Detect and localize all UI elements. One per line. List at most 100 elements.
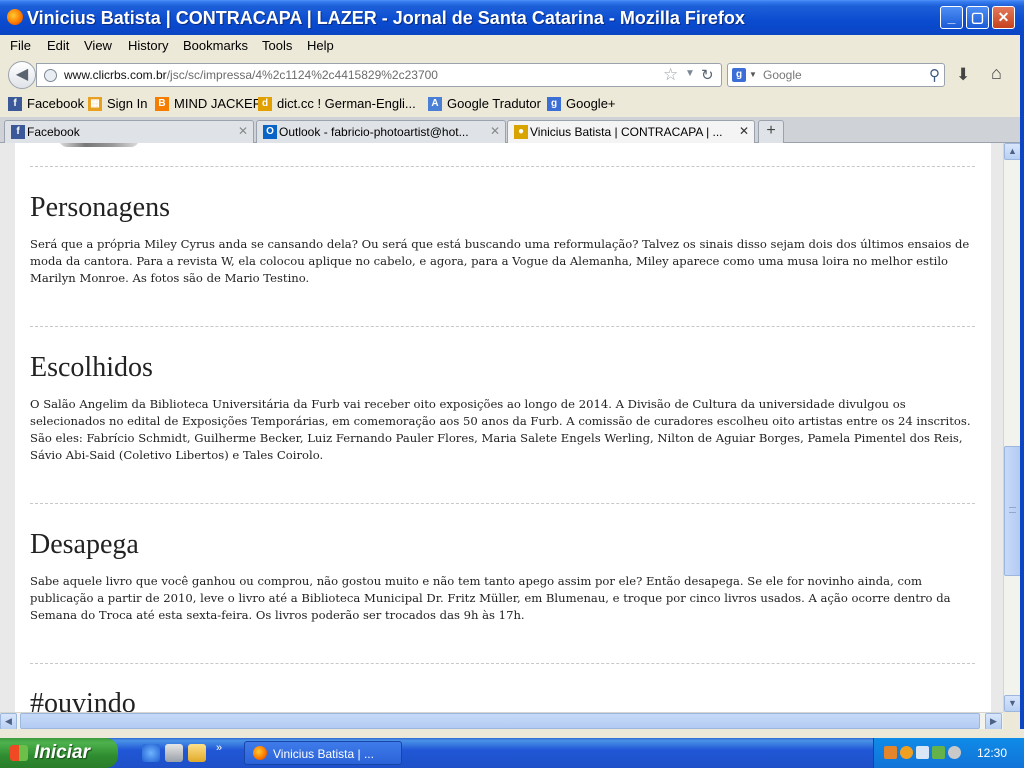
firefox-icon — [7, 9, 23, 25]
blogger-icon: B — [155, 96, 169, 111]
tab-facebook[interactable]: f Facebook ✕ — [4, 120, 254, 143]
facebook-icon: f — [8, 96, 22, 111]
close-tab-icon[interactable]: ✕ — [739, 124, 749, 138]
back-arrow-icon: ◀ — [15, 66, 29, 83]
page-viewport: Personagens Será que a própria Miley Cyr… — [0, 143, 1003, 712]
article-body: Será que a própria Miley Cyrus anda se c… — [30, 237, 970, 285]
separator — [30, 503, 975, 504]
tray-update-icon[interactable] — [900, 746, 913, 759]
taskbar-firefox-window[interactable]: Vinicius Batista | ... — [244, 741, 402, 765]
search-icon[interactable]: ⚲ — [929, 66, 940, 84]
tray-app-icon[interactable] — [884, 746, 897, 759]
taskbar: Iniciar » Vinicius Batista | ... 12:30 — [0, 738, 1024, 768]
bookmark-facebook[interactable]: f Facebook — [8, 96, 84, 111]
article-body: O Salão Angelim da Biblioteca Universitá… — [30, 397, 971, 462]
back-button[interactable]: ◀ — [8, 61, 36, 89]
article-title: Desapega — [30, 529, 139, 560]
bookmark-star-icon[interactable]: ☆ — [663, 65, 678, 85]
menu-history[interactable]: History — [128, 38, 168, 53]
close-tab-icon[interactable]: ✕ — [490, 124, 500, 138]
menu-edit[interactable]: Edit — [47, 38, 69, 53]
google-icon[interactable]: g — [732, 68, 746, 82]
horizontal-scrollbar[interactable]: ◀ ▶ — [0, 712, 1003, 730]
menu-help[interactable]: Help — [307, 38, 334, 53]
menu-file[interactable]: File — [10, 38, 31, 53]
start-label: Iniciar — [34, 742, 90, 763]
separator — [30, 663, 975, 664]
tray-network-icon[interactable] — [916, 746, 929, 759]
menu-tools[interactable]: Tools — [262, 38, 292, 53]
url-host: www.clicrbs.com.br — [64, 68, 167, 82]
menu-view[interactable]: View — [84, 38, 112, 53]
search-bar[interactable]: g ▼ Google ⚲ — [727, 63, 945, 87]
scrollbar-corner — [1003, 712, 1020, 729]
horizontal-scroll-thumb[interactable] — [20, 713, 980, 729]
separator — [30, 326, 975, 327]
close-tab-icon[interactable]: ✕ — [238, 124, 248, 138]
new-tab-button[interactable]: + — [758, 120, 784, 143]
scroll-left-button[interactable]: ◀ — [0, 713, 17, 730]
tab-label: Facebook — [27, 125, 80, 139]
internet-explorer-icon[interactable] — [142, 744, 160, 762]
quicklaunch-chevron-icon[interactable]: » — [216, 742, 222, 754]
download-icon[interactable]: ⬇ — [956, 65, 970, 85]
bookmark-label: Google+ — [566, 96, 616, 111]
reload-icon[interactable]: ↻ — [701, 66, 714, 84]
navigation-toolbar: ◀ www.clicrbs.com.br/jsc/sc/impressa/4%2… — [0, 57, 1024, 93]
scroll-right-button[interactable]: ▶ — [985, 713, 1002, 730]
bookmark-google-plus[interactable]: g Google+ — [547, 96, 616, 111]
url-text[interactable]: www.clicrbs.com.br/jsc/sc/impressa/4%2c1… — [64, 68, 438, 82]
tab-strip: f Facebook ✕ O Outlook - fabricio-photoa… — [0, 117, 1024, 144]
media-player-icon[interactable] — [165, 744, 183, 762]
windows-flag-icon — [10, 745, 28, 761]
bookmark-mind-jacker[interactable]: B MIND JACKER — [155, 96, 262, 111]
outlook-icon: O — [263, 125, 277, 139]
bookmark-label: Google Tradutor — [447, 96, 541, 111]
window-frame — [1020, 35, 1024, 729]
vertical-scrollbar[interactable]: ▲ ▼ — [1003, 143, 1021, 712]
clock[interactable]: 12:30 — [977, 746, 1007, 760]
article-body: Sabe aquele livro que você ganhou ou com… — [30, 574, 951, 622]
globe-icon — [44, 69, 57, 82]
vertical-scroll-thumb[interactable] — [1004, 446, 1021, 576]
close-button[interactable]: ✕ — [992, 6, 1015, 29]
tab-label: Vinicius Batista | CONTRACAPA | ... — [530, 125, 723, 139]
google-icon: g — [547, 96, 561, 111]
search-input[interactable]: Google — [763, 68, 802, 82]
dictcc-icon: d — [258, 96, 272, 111]
bookmark-google-tradutor[interactable]: A Google Tradutor — [428, 96, 541, 111]
minimize-button[interactable]: _ — [940, 6, 963, 29]
menu-bookmarks[interactable]: Bookmarks — [183, 38, 248, 53]
scroll-up-button[interactable]: ▲ — [1004, 143, 1021, 160]
separator — [30, 166, 975, 167]
bookmark-dictcc[interactable]: d dict.cc ! German-Engli... — [258, 96, 416, 111]
scroll-down-button[interactable]: ▼ — [1004, 695, 1021, 712]
system-tray: 12:30 — [873, 738, 1024, 768]
home-icon[interactable]: ⌂ — [991, 63, 1002, 84]
start-button[interactable]: Iniciar — [0, 738, 118, 768]
url-dropdown-icon[interactable]: ▼ — [685, 68, 695, 79]
tab-vinicius-batista[interactable]: ● Vinicius Batista | CONTRACAPA | ... ✕ — [507, 120, 755, 144]
taskbar-window-label: Vinicius Batista | ... — [273, 747, 374, 761]
maximize-button[interactable]: ▢ — [966, 6, 989, 29]
search-engine-dropdown-icon[interactable]: ▼ — [749, 70, 757, 79]
folder-icon[interactable] — [188, 744, 206, 762]
tray-volume-icon[interactable] — [948, 746, 961, 759]
facebook-icon: f — [11, 125, 25, 139]
url-bar[interactable]: www.clicrbs.com.br/jsc/sc/impressa/4%2c1… — [36, 63, 722, 87]
article-title: #ouvindo — [30, 688, 136, 712]
bookmarks-toolbar: f Facebook ▦ Sign In B MIND JACKER d dict.cc… — [0, 93, 1024, 117]
bookmark-label: Facebook — [27, 96, 85, 111]
menu-bar: File Edit View History Bookmarks Tools H… — [0, 35, 1024, 57]
bookmark-sign-in[interactable]: ▦ Sign In — [88, 96, 147, 111]
article-page: Personagens Será que a própria Miley Cyr… — [15, 143, 991, 712]
url-path: /jsc/sc/impressa/4%2c1124%2c4415829%2c23… — [166, 68, 438, 82]
bookmark-label: dict.cc ! German-Engli... — [277, 96, 416, 111]
tab-label: Outlook - fabricio-photoartist@hot... — [279, 125, 469, 139]
article-title: Escolhidos — [30, 352, 153, 383]
window-title-bar[interactable]: Vinicius Batista | CONTRACAPA | LAZER - … — [0, 0, 1024, 35]
tab-outlook[interactable]: O Outlook - fabricio-photoartist@hot... … — [256, 120, 506, 143]
tray-security-icon[interactable] — [932, 746, 945, 759]
site-icon: ● — [514, 125, 528, 139]
bookmark-label: MIND JACKER — [174, 96, 263, 111]
